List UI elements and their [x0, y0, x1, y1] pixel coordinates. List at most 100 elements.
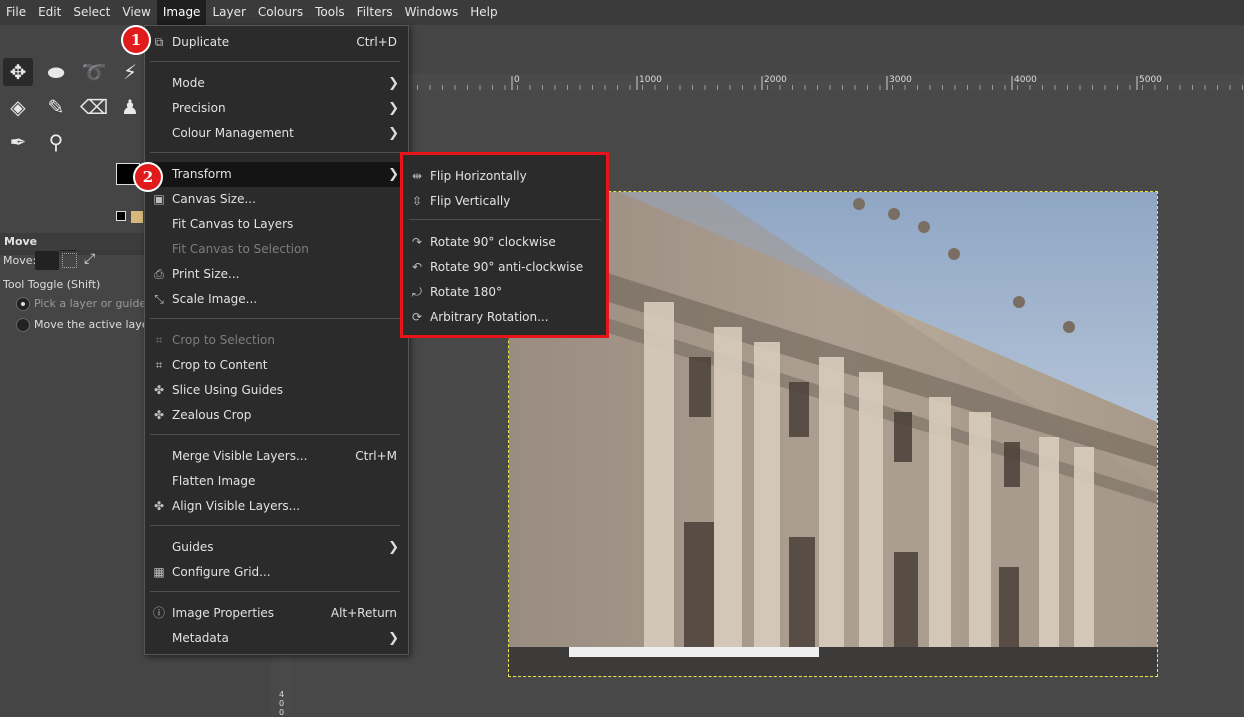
- menu-item-arbitrary-rotation[interactable]: ⟳ Arbitrary Rotation...: [403, 305, 606, 330]
- menu-item-zealous-crop[interactable]: ✤ Zealous Crop: [145, 403, 408, 428]
- background-color-swatch[interactable]: [131, 211, 143, 223]
- menu-item-slice-guides[interactable]: ✤ Slice Using Guides: [145, 378, 408, 403]
- radio-pick-label: Pick a layer or guide: [34, 297, 147, 310]
- canvas-size-icon: ▣: [153, 192, 165, 206]
- menu-item-configure-grid[interactable]: ▦ Configure Grid...: [145, 560, 408, 585]
- fuzzy-select-icon[interactable]: ⚡: [117, 58, 143, 86]
- menu-item-duplicate[interactable]: ⧉ Duplicate Ctrl+D: [145, 30, 408, 55]
- menu-file[interactable]: File: [0, 0, 32, 25]
- lasso-icon[interactable]: ➰: [79, 58, 109, 86]
- move-path-mode-icon[interactable]: ⤢: [84, 251, 95, 267]
- zealous-crop-label: Zealous Crop: [172, 408, 252, 422]
- align-visible-label: Align Visible Layers...: [172, 499, 301, 513]
- step-badge-1: 1: [123, 27, 149, 53]
- move-selection-mode-icon[interactable]: [62, 253, 77, 268]
- rotate-clockwise-icon: ↷: [411, 235, 423, 249]
- zoom-icon[interactable]: ⚲: [41, 128, 71, 156]
- move-tool-icon[interactable]: ✥: [3, 58, 33, 86]
- chevron-right-icon: ❯: [388, 540, 399, 555]
- menu-image[interactable]: Image: [156, 0, 207, 25]
- scale-image-label: Scale Image...: [172, 292, 258, 306]
- color-picker-icon[interactable]: ✒: [3, 128, 33, 156]
- menu-windows[interactable]: Windows: [399, 0, 465, 25]
- scale-image-icon: ⤡: [154, 292, 164, 306]
- print-size-label: Print Size...: [172, 267, 240, 281]
- menu-item-precision[interactable]: Precision ❯: [145, 96, 408, 121]
- horizontal-ruler[interactable]: 0 1000 2000 3000 4000 5000: [405, 74, 1244, 90]
- duplicate-shortcut: Ctrl+D: [356, 35, 397, 49]
- transform-label: Transform: [172, 167, 232, 181]
- flip-vertical-icon: ⇳: [411, 194, 423, 208]
- plugin-icon: ✤: [153, 499, 165, 513]
- menu-item-mode[interactable]: Mode ❯: [145, 71, 408, 96]
- menu-item-canvas-size[interactable]: ▣ Canvas Size...: [145, 187, 408, 212]
- menu-select[interactable]: Select: [67, 0, 116, 25]
- chevron-right-icon: ❯: [388, 126, 399, 141]
- menu-item-colour-management[interactable]: Colour Management ❯: [145, 121, 408, 146]
- ruler-ticks: [405, 76, 1243, 90]
- menu-help[interactable]: Help: [464, 0, 503, 25]
- menu-separator: [409, 219, 601, 220]
- configure-grid-label: Configure Grid...: [172, 565, 271, 579]
- menu-item-align-visible[interactable]: ✤ Align Visible Layers...: [145, 494, 408, 519]
- crop-icon: ⌗: [155, 333, 163, 347]
- radio-pick-layer[interactable]: [16, 297, 30, 311]
- flip-horizontal-label: Flip Horizontally: [430, 169, 527, 183]
- menu-item-fit-canvas-layers[interactable]: Fit Canvas to Layers: [145, 212, 408, 237]
- menu-item-guides[interactable]: Guides ❯: [145, 535, 408, 560]
- menu-item-scale-image[interactable]: ⤡ Scale Image...: [145, 287, 408, 312]
- chevron-right-icon: ❯: [388, 631, 399, 646]
- menu-item-flip-horizontal[interactable]: ⇹ Flip Horizontally: [403, 164, 606, 189]
- radio-move-label: Move the active layer: [34, 318, 154, 331]
- step-badge-2: 2: [135, 164, 161, 190]
- move-layer-mode-icon[interactable]: [35, 251, 59, 270]
- ruler-label-2000: 2000: [764, 75, 787, 85]
- radio-move-active[interactable]: [16, 318, 30, 332]
- duplicate-label: Duplicate: [172, 35, 230, 49]
- menu-item-merge-visible[interactable]: Merge Visible Layers... Ctrl+M: [145, 444, 408, 469]
- rotate-ccw-label: Rotate 90° anti-clockwise: [430, 260, 584, 274]
- menu-item-crop-content[interactable]: ⌗ Crop to Content: [145, 353, 408, 378]
- ruler-label-3000: 3000: [889, 75, 912, 85]
- metadata-label: Metadata: [172, 631, 229, 645]
- menu-item-flip-vertical[interactable]: ⇳ Flip Vertically: [403, 189, 606, 214]
- clone-stamp-icon[interactable]: ♟: [117, 93, 143, 121]
- precision-label: Precision: [172, 101, 226, 115]
- bucket-fill-icon[interactable]: ◈: [3, 93, 33, 121]
- canvas-size-label: Canvas Size...: [172, 192, 256, 206]
- ellipse-select-icon[interactable]: ⬬: [41, 58, 71, 86]
- fit-canvas-layers-label: Fit Canvas to Layers: [172, 217, 294, 231]
- guides-label: Guides: [172, 540, 214, 554]
- eraser-icon[interactable]: ⌫: [79, 93, 109, 121]
- tool-options-title: Move: [0, 233, 152, 250]
- default-colors-icon[interactable]: [116, 211, 126, 221]
- move-label: Move:: [3, 254, 37, 267]
- toolbox-panel: ✥ ⬬ ➰ ⚡ ◈ ✎ ⌫ ♟ ✒ ⚲ ⊟ ⚙ ↶: [0, 25, 148, 716]
- menu-item-image-properties[interactable]: ⓘ Image Properties Alt+Return: [145, 601, 408, 626]
- menu-item-rotate-cw[interactable]: ↷ Rotate 90° clockwise: [403, 230, 606, 255]
- rotate-cw-label: Rotate 90° clockwise: [430, 235, 556, 249]
- menu-item-flatten[interactable]: Flatten Image: [145, 469, 408, 494]
- menu-item-transform[interactable]: Transform ❯: [145, 162, 408, 187]
- menu-bar: File Edit Select View Image Layer Colour…: [0, 0, 1244, 25]
- paintbrush-icon[interactable]: ✎: [41, 93, 71, 121]
- info-icon: ⓘ: [152, 606, 165, 620]
- menu-edit[interactable]: Edit: [32, 0, 67, 25]
- menu-item-print-size[interactable]: ⎙ Print Size...: [145, 262, 408, 287]
- menu-separator: [150, 318, 400, 319]
- tool-toggle-label: Tool Toggle (Shift): [3, 278, 101, 291]
- ruler-label-0: 0: [514, 75, 520, 85]
- fit-canvas-selection-label: Fit Canvas to Selection: [172, 242, 309, 256]
- ruler-label-5000: 5000: [1139, 75, 1162, 85]
- rotate-180-icon: ⤾: [412, 285, 422, 299]
- menu-item-rotate-ccw[interactable]: ↶ Rotate 90° anti-clockwise: [403, 255, 606, 280]
- menu-view[interactable]: View: [116, 0, 156, 25]
- menu-item-rotate-180[interactable]: ⤾ Rotate 180°: [403, 280, 606, 305]
- image-menu: ⧉ Duplicate Ctrl+D Mode ❯ Precision ❯ Co…: [144, 25, 409, 655]
- menu-layer[interactable]: Layer: [206, 0, 251, 25]
- menu-colours[interactable]: Colours: [252, 0, 309, 25]
- menu-filters[interactable]: Filters: [351, 0, 399, 25]
- image-properties-label: Image Properties: [172, 606, 275, 620]
- menu-tools[interactable]: Tools: [309, 0, 351, 25]
- menu-item-metadata[interactable]: Metadata ❯: [145, 626, 408, 651]
